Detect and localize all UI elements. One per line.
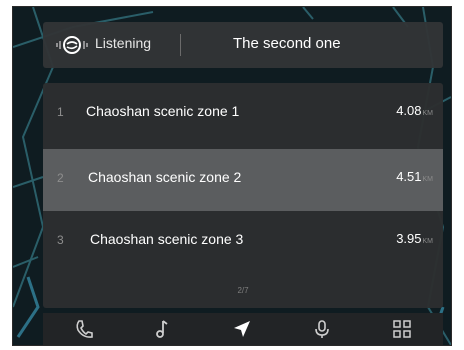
- voice-assistant-icon[interactable]: [55, 34, 89, 56]
- divider: [180, 34, 181, 56]
- result-name: Chaoshan scenic zone 2: [88, 169, 242, 185]
- result-index: 2: [57, 171, 64, 185]
- result-name: Chaoshan scenic zone 1: [86, 103, 240, 119]
- music-icon[interactable]: [151, 318, 173, 340]
- navigation-icon[interactable]: [231, 318, 253, 340]
- distance-unit: KM: [422, 238, 434, 245]
- apps-grid-icon[interactable]: [391, 318, 413, 340]
- page-indicator: 2/7: [237, 286, 249, 295]
- phone-icon[interactable]: [73, 318, 95, 340]
- result-name: Chaoshan scenic zone 3: [90, 231, 244, 247]
- result-row[interactable]: 1 Chaoshan scenic zone 1 4.08KM: [43, 83, 443, 145]
- voice-assistant-bar: Listening The second one: [43, 22, 443, 68]
- voice-reply-text: The second one: [233, 35, 341, 52]
- results-panel: 1 Chaoshan scenic zone 1 4.08KM 2 Chaosh…: [43, 83, 443, 308]
- result-distance: 4.51KM: [396, 169, 433, 184]
- bottom-dock: [43, 313, 443, 345]
- result-row-selected[interactable]: 2 Chaoshan scenic zone 2 4.51KM: [43, 149, 443, 211]
- listening-status: Listening: [95, 35, 152, 51]
- result-distance: 3.95KM: [396, 231, 433, 246]
- result-index: 3: [57, 233, 64, 247]
- microphone-icon[interactable]: [311, 318, 333, 340]
- infotainment-screen: Listening The second one 1 Chaoshan scen…: [12, 6, 452, 346]
- distance-unit: KM: [422, 176, 434, 183]
- result-distance: 4.08KM: [396, 103, 433, 118]
- distance-unit: KM: [422, 110, 434, 117]
- result-index: 1: [57, 105, 64, 119]
- result-row[interactable]: 3 Chaoshan scenic zone 3 3.95KM: [43, 211, 443, 273]
